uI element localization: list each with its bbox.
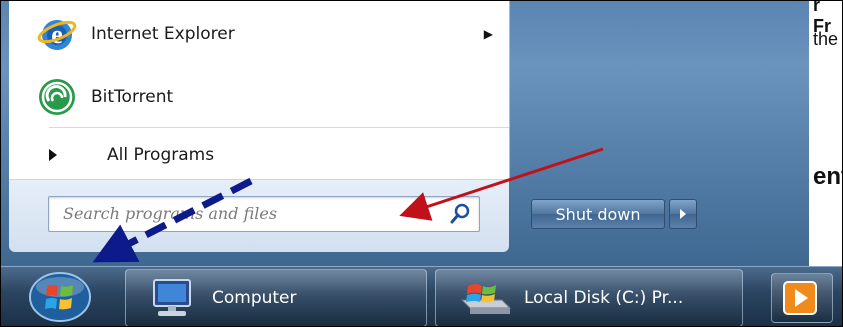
- taskbar-label-computer: Computer: [212, 288, 297, 308]
- doc-text-line3: ent: [813, 163, 842, 190]
- taskbar-label-local-disk: Local Disk (C:) Pr...: [524, 288, 684, 308]
- screenshot-frame: r Fr the ent e Internet Explorer ▶ BitTo…: [0, 0, 843, 327]
- all-programs-arrow-icon: [49, 149, 57, 161]
- local-disk-icon: [460, 284, 512, 314]
- chevron-right-icon: [680, 209, 686, 219]
- taskbar-button-local-disk[interactable]: Local Disk (C:) Pr...: [435, 269, 743, 326]
- computer-icon: [153, 279, 191, 316]
- windows-start-orb-icon[interactable]: [23, 271, 97, 323]
- program-item-bittorrent[interactable]: BitTorrent: [37, 73, 507, 121]
- program-label-internet-explorer: Internet Explorer: [91, 24, 235, 44]
- all-programs-item[interactable]: All Programs: [49, 141, 214, 169]
- all-programs-label: All Programs: [107, 145, 215, 165]
- shutdown-button[interactable]: Shut down: [531, 199, 665, 229]
- shutdown-label: Shut down: [555, 204, 641, 224]
- submenu-arrow-icon[interactable]: ▶: [484, 27, 493, 41]
- media-player-icon: [783, 281, 817, 315]
- internet-explorer-icon: e: [37, 20, 77, 50]
- bittorrent-icon: [39, 79, 75, 115]
- search-input[interactable]: Search programs and files: [48, 196, 480, 232]
- search-icon[interactable]: [447, 201, 473, 227]
- doc-text-line2: the: [813, 29, 839, 49]
- taskbar-button-computer[interactable]: Computer: [125, 269, 427, 326]
- program-label-bittorrent: BitTorrent: [91, 87, 174, 107]
- shutdown-options-button[interactable]: [669, 199, 697, 229]
- search-placeholder: Search programs and files: [63, 204, 278, 223]
- taskbar-button-media-player[interactable]: [771, 273, 833, 323]
- programs-separator: [49, 127, 509, 128]
- start-menu-programs-pane: e Internet Explorer ▶ BitTorrent All Pro…: [9, 1, 510, 179]
- program-item-internet-explorer[interactable]: e Internet Explorer ▶: [37, 10, 507, 58]
